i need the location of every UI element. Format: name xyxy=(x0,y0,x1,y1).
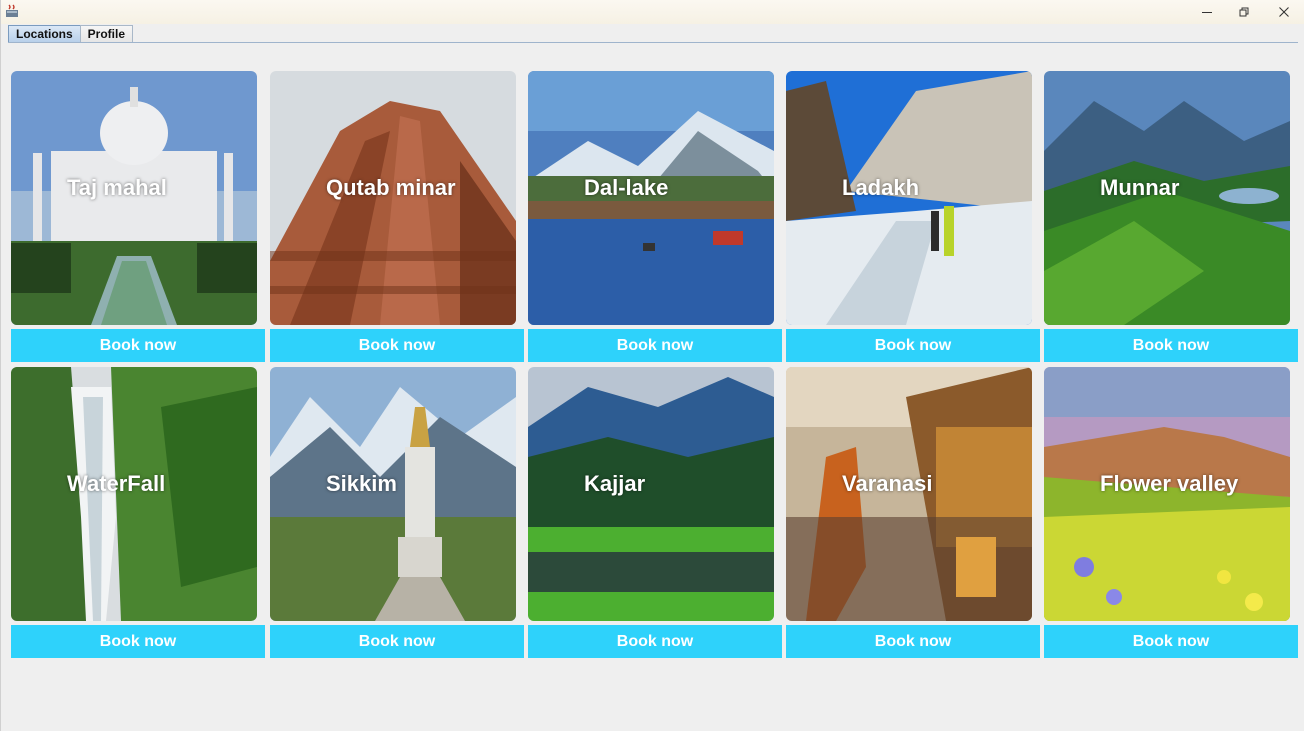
tab-strip: Locations Profile xyxy=(8,25,134,43)
book-now-button[interactable]: Book now xyxy=(1044,625,1298,658)
location-name: Kajjar xyxy=(584,471,646,496)
book-now-button[interactable]: Book now xyxy=(786,625,1040,658)
varanasi-photo: Varanasi xyxy=(786,367,1032,621)
book-now-button[interactable]: Book now xyxy=(528,329,782,362)
close-icon xyxy=(1279,7,1289,17)
taj-mahal-photo: Taj mahal xyxy=(11,71,257,325)
app-window: Locations Profile Taj mahal Book now Qut… xyxy=(0,0,1304,731)
book-now-button[interactable]: Book now xyxy=(270,329,524,362)
location-name: Dal-lake xyxy=(584,175,669,200)
location-name: Ladakh xyxy=(842,175,920,200)
title-bar xyxy=(1,0,1304,24)
location-name: Munnar xyxy=(1100,175,1180,200)
tab-divider xyxy=(8,42,1298,43)
sikkim-photo: Sikkim xyxy=(270,367,516,621)
book-now-button[interactable]: Book now xyxy=(270,625,524,658)
book-now-button[interactable]: Book now xyxy=(1044,329,1298,362)
munnar-photo: Munnar xyxy=(1044,71,1290,325)
location-name: Qutab minar xyxy=(326,175,456,200)
location-name: Varanasi xyxy=(842,471,933,496)
flower-valley-photo: Flower valley xyxy=(1044,367,1290,621)
java-app-icon xyxy=(5,4,19,18)
dal-lake-photo: Dal-lake xyxy=(528,71,774,325)
restore-button[interactable] xyxy=(1224,0,1264,24)
minimize-icon xyxy=(1202,12,1212,13)
location-name: Taj mahal xyxy=(67,175,167,200)
minimize-button[interactable] xyxy=(1187,0,1227,24)
waterfall-photo: WaterFall xyxy=(11,367,257,621)
kajjar-photo: Kajjar xyxy=(528,367,774,621)
tab-profile[interactable]: Profile xyxy=(79,25,134,42)
book-now-button[interactable]: Book now xyxy=(11,329,265,362)
restore-icon xyxy=(1239,7,1249,17)
book-now-button[interactable]: Book now xyxy=(786,329,1040,362)
qutab-minar-photo: Qutab minar xyxy=(270,71,516,325)
location-name: Sikkim xyxy=(326,471,397,496)
location-name: Flower valley xyxy=(1100,471,1239,496)
tab-locations[interactable]: Locations xyxy=(8,25,81,42)
close-button[interactable] xyxy=(1264,0,1304,24)
book-now-button[interactable]: Book now xyxy=(11,625,265,658)
ladakh-photo: Ladakh xyxy=(786,71,1032,325)
location-name: WaterFall xyxy=(67,471,166,496)
book-now-button[interactable]: Book now xyxy=(528,625,782,658)
